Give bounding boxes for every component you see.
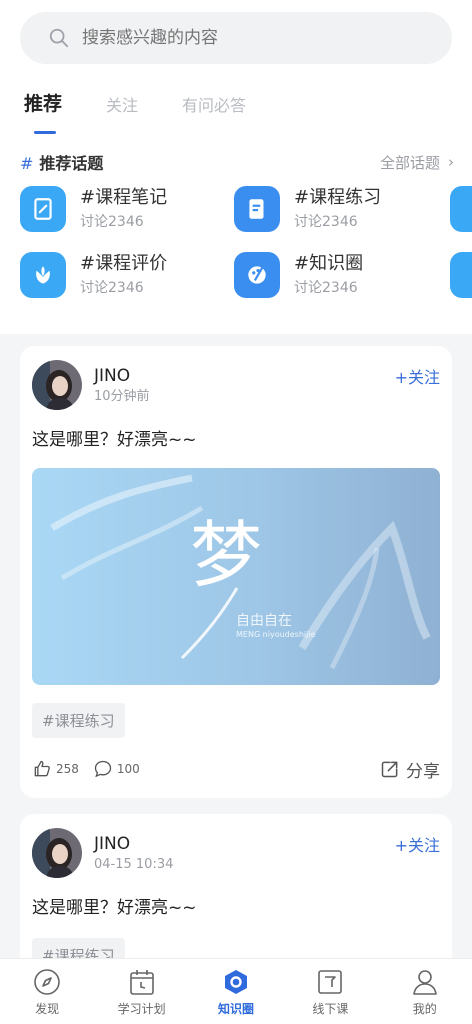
topic-count: 讨论2346 [80, 214, 144, 230]
post-time: 10分钟前 [94, 388, 150, 404]
nav-study-plan[interactable]: 学习计划 [95, 967, 189, 1017]
chevron-right-icon: › [448, 153, 454, 171]
post-actions: 258 100 分享 [32, 756, 440, 782]
topic-count: 讨论2346 [294, 214, 358, 230]
topics-grid: #课程笔记 讨论2346 #课程练习 讨论2346 #课程评价 讨论2346 #… [0, 186, 472, 334]
topic-count: 讨论2346 [80, 280, 144, 296]
top-section: 推荐 关注 有问必答 #推荐话题 全部话题 › #课程笔记 讨论2346 [0, 0, 472, 334]
post-tag[interactable]: #课程练习 [32, 703, 125, 738]
comment-icon [94, 760, 112, 778]
topic-name: #课程评价 [80, 253, 168, 274]
post-time: 04-15 10:34 [94, 856, 174, 872]
post-card[interactable]: JINO 10分钟前 +关注 这是哪里？好漂亮~~ 梦 自由自在 MENG ni… [20, 346, 452, 798]
avatar[interactable] [32, 360, 82, 410]
feed-tabs: 推荐 关注 有问必答 [0, 88, 472, 134]
feed: JINO 10分钟前 +关注 这是哪里？好漂亮~~ 梦 自由自在 MENG ni… [0, 334, 472, 989]
topics-title: # 推荐话题 [20, 154, 104, 173]
comment-count: 100 [116, 762, 140, 776]
nav-offline-class[interactable]: 线下课 [283, 967, 377, 1017]
search-bar[interactable] [20, 12, 452, 64]
knowledge-circle-icon [224, 969, 247, 994]
topic-name: #知识圈 [294, 253, 364, 274]
hash-icon: # [20, 154, 34, 173]
all-topics-link[interactable]: 全部话题 › [380, 152, 454, 173]
topics-header: # 推荐话题 全部话题 › [0, 150, 472, 174]
nav-discover[interactable]: 发现 [0, 967, 94, 1017]
topic-item-review[interactable]: #课程评价 讨论2346 [20, 252, 167, 298]
offline-class-icon [318, 969, 343, 994]
search-icon [49, 28, 69, 48]
follow-button[interactable]: +关注 [395, 832, 440, 856]
flower-icon [20, 252, 66, 298]
image-subtitle: MENG niyoudeshijie [236, 630, 316, 639]
tab-qa[interactable]: 有问必答 [182, 92, 246, 122]
share-button[interactable]: 分享 [380, 757, 440, 782]
tab-recommend[interactable]: 推荐 [24, 89, 62, 134]
topic-item-overflow-2[interactable] [450, 252, 472, 298]
notebook-icon [450, 186, 472, 232]
username[interactable]: JINO [94, 365, 150, 387]
post-text: 这是哪里？好漂亮~~ [32, 430, 197, 450]
like-button[interactable]: 258 [32, 759, 79, 779]
post-image[interactable]: 梦 自由自在 MENG niyoudeshijie [32, 468, 440, 685]
profile-icon [412, 969, 437, 995]
compass-icon [34, 968, 60, 995]
topic-item-knowledge[interactable]: #知识圈 讨论2346 [234, 252, 363, 298]
image-title: 梦 [190, 513, 263, 597]
thumbs-up-icon [34, 760, 50, 777]
comment-button[interactable]: 100 [93, 759, 140, 779]
topic-count: 讨论2346 [294, 280, 358, 296]
topic-name: #课程笔记 [80, 187, 168, 208]
topic-name: #课程练习 [294, 187, 382, 208]
topic-item-practice[interactable]: #课程练习 讨论2346 [234, 186, 381, 232]
follow-button[interactable]: +关注 [395, 364, 440, 388]
bottom-nav: 发现 学习计划 知识圈 线下课 我的 [0, 958, 472, 1024]
notebook-icon [20, 186, 66, 232]
topic-item-overflow[interactable] [450, 186, 472, 232]
like-count: 258 [56, 762, 79, 776]
calendar-icon [129, 969, 154, 995]
avatar[interactable] [32, 828, 82, 878]
image-caption: 自由自在 [236, 613, 292, 629]
post-text: 这是哪里？好漂亮~~ [32, 898, 197, 918]
share-icon [381, 761, 398, 778]
tab-following[interactable]: 关注 [106, 92, 138, 122]
search-input[interactable] [82, 28, 402, 48]
document-edit-icon [234, 186, 280, 232]
username[interactable]: JINO [94, 833, 173, 855]
palette-icon [234, 252, 280, 298]
nav-knowledge-circle[interactable]: 知识圈 [189, 967, 283, 1017]
nav-profile[interactable]: 我的 [378, 967, 472, 1017]
topic-item-notes[interactable]: #课程笔记 讨论2346 [20, 186, 167, 232]
notebook-icon [450, 252, 472, 298]
